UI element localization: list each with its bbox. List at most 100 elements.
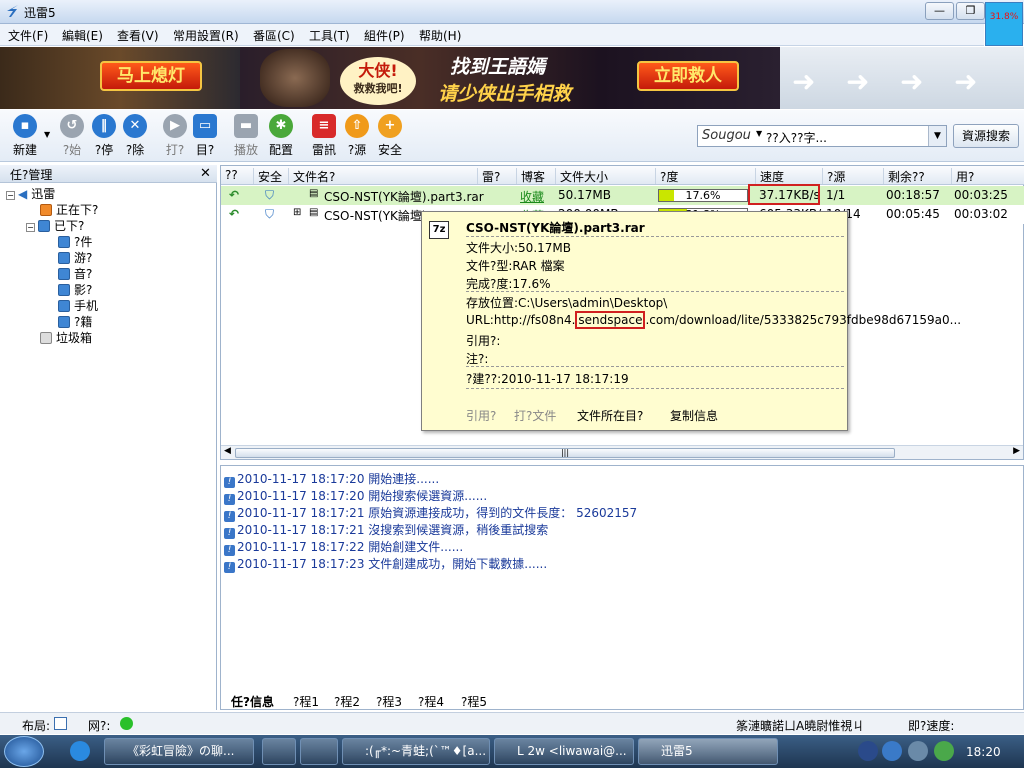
tree-root[interactable]: − ◀ 迅雷 bbox=[6, 185, 55, 202]
scroll-left-icon[interactable]: ◀ bbox=[224, 446, 231, 456]
copy-info-link[interactable]: 复制信息 bbox=[670, 407, 718, 424]
tree-item-movies[interactable]: 影? bbox=[58, 281, 92, 298]
tree-item-software[interactable]: ?件 bbox=[58, 233, 92, 250]
tray-icon[interactable] bbox=[858, 741, 878, 761]
downloading-arrow-icon: ↶ bbox=[229, 188, 240, 202]
tab-thread-1[interactable]: ?程1 bbox=[293, 693, 319, 710]
col-status[interactable]: ?? bbox=[221, 168, 238, 184]
volume-icon[interactable] bbox=[908, 741, 928, 761]
search-engine-logo[interactable]: Sougou bbox=[702, 128, 751, 143]
play-button[interactable]: ▬ 播放 bbox=[228, 114, 264, 158]
tab-thread-3[interactable]: ?程3 bbox=[376, 693, 402, 710]
news-button[interactable]: ≡ 雷訊 bbox=[306, 114, 342, 158]
app-window: 迅雷5 — ❐ 31.8% 文件(F) 編輯(E) 查看(V) 常用設置(R) … bbox=[0, 0, 1024, 768]
tooltip-url[interactable]: URL:http://fs08n4. sendspace .com/download… bbox=[466, 311, 961, 329]
taskbar-item-app[interactable] bbox=[300, 738, 338, 765]
config-button[interactable]: ✱ 配置 bbox=[263, 114, 299, 158]
clock[interactable]: 18:20 bbox=[966, 745, 1001, 759]
collapse-icon[interactable]: − bbox=[6, 191, 15, 200]
tree-item-mobile[interactable]: 手机 bbox=[58, 297, 98, 314]
log-text: 2010-11-17 18:17:23 文件創建成功，開始下載數據...... bbox=[237, 557, 548, 571]
menu-settings[interactable]: 常用設置(R) bbox=[173, 27, 239, 44]
tooltip-filename: CSO-NST(YK論壇).part3.rar bbox=[466, 221, 645, 235]
tree-item-books[interactable]: ?籍 bbox=[58, 313, 92, 330]
start-button[interactable] bbox=[4, 736, 44, 767]
col-sources[interactable]: ?源 bbox=[822, 168, 845, 184]
taskbar-item-thunder[interactable]: 迅雷5 bbox=[638, 738, 778, 765]
tree-item-downloading[interactable]: 正在下? bbox=[40, 201, 98, 218]
col-elapsed[interactable]: 用? bbox=[951, 168, 974, 184]
taskbar-item-mail[interactable]: L 2w <liwawai@... bbox=[494, 738, 634, 765]
copy-ref-link[interactable]: 引用? bbox=[466, 407, 496, 424]
tree-item-completed[interactable]: − 已下? bbox=[26, 217, 84, 234]
col-filename[interactable]: 文件名? bbox=[288, 168, 335, 184]
col-security[interactable]: 安全 bbox=[253, 168, 282, 184]
new-task-button[interactable]: ▪ 新建 bbox=[7, 114, 43, 158]
taskbar-item-qq[interactable]: :(╓*:~青蛙;(`™♦[a... bbox=[342, 738, 490, 765]
engine-dropdown-arrow-icon[interactable]: ▼ bbox=[756, 129, 762, 138]
tree-item-music[interactable]: 音? bbox=[58, 265, 92, 282]
layout-toggle-icon[interactable] bbox=[54, 717, 67, 730]
panel-close-icon[interactable]: ✕ bbox=[200, 166, 211, 181]
col-speed[interactable]: 速度 bbox=[755, 168, 784, 184]
banner-circle-main: 大侠! bbox=[358, 61, 398, 80]
delete-button[interactable]: ✕ ?除 bbox=[117, 114, 153, 158]
banner-left-button[interactable]: 马上熄灯 bbox=[100, 61, 202, 91]
ie-icon[interactable] bbox=[70, 741, 90, 761]
menu-help[interactable]: 帮助(H) bbox=[419, 27, 461, 44]
chevron-right-icon: ➜ bbox=[792, 65, 816, 98]
source-button[interactable]: ⇧ ?源 bbox=[339, 114, 375, 158]
log-line: ! 2010-11-17 18:17:20 開始連接...... bbox=[224, 470, 439, 488]
menu-plugins[interactable]: 組件(P) bbox=[364, 27, 405, 44]
col-blog[interactable]: 博客 bbox=[516, 168, 545, 184]
menu-edit[interactable]: 編輯(E) bbox=[62, 27, 103, 44]
open-folder-link[interactable]: 文件所在目? bbox=[577, 407, 643, 424]
scroll-right-icon[interactable]: ▶ bbox=[1013, 446, 1020, 456]
network-icon[interactable] bbox=[934, 741, 954, 761]
new-dropdown-arrow-icon[interactable]: ▼ bbox=[44, 130, 50, 139]
maximize-button[interactable]: ❐ bbox=[956, 2, 985, 20]
col-progress[interactable]: ?度 bbox=[655, 168, 678, 184]
net-monitor-widget[interactable]: 31.8% bbox=[985, 2, 1023, 46]
tray-icon[interactable] bbox=[882, 741, 902, 761]
banner-ad[interactable]: 马上熄灯 大侠! 救救我吧! 找到王語嫣 请少侠出手相救 立即救人 ➜ ➜ ➜ ➜ bbox=[0, 47, 1024, 109]
banner-right-button[interactable]: 立即救人 bbox=[637, 61, 739, 91]
scroll-thumb[interactable]: ||| bbox=[235, 448, 895, 458]
search-input[interactable]: ??入??字... bbox=[766, 129, 827, 146]
menu-view[interactable]: 查看(V) bbox=[117, 27, 159, 44]
search-box[interactable]: Sougou ▼ ??入??字... ▼ bbox=[697, 125, 947, 147]
blog-link[interactable]: 收藏 bbox=[520, 188, 544, 205]
collapse-icon[interactable]: − bbox=[26, 223, 35, 232]
new-doc-icon: ▪ bbox=[13, 114, 37, 138]
tree-item-games[interactable]: 游? bbox=[58, 249, 92, 266]
security-button[interactable]: + 安全 bbox=[372, 114, 408, 158]
open-file-link[interactable]: 打?文件 bbox=[514, 407, 556, 424]
news-label: 雷訊 bbox=[311, 143, 336, 157]
tab-task-info[interactable]: 任?信息 bbox=[231, 693, 274, 710]
expand-icon[interactable]: ⊞ bbox=[293, 207, 301, 218]
windows-taskbar: 《彩虹冒險》の聊... :(╓*:~青蛙;(`™♦[a... L 2w <liw… bbox=[0, 735, 1024, 768]
search-dropdown-icon[interactable]: ▼ bbox=[928, 126, 946, 146]
tab-thread-2[interactable]: ?程2 bbox=[334, 693, 360, 710]
tree-child-label: 游? bbox=[74, 251, 93, 265]
menu-zone[interactable]: 番區(C) bbox=[253, 27, 295, 44]
minimize-button[interactable]: — bbox=[925, 2, 954, 20]
tab-thread-5[interactable]: ?程5 bbox=[461, 693, 487, 710]
table-row[interactable]: ↶ ⛉ ▤ CSO-NST(YK論壇).part3.rar 收藏 50.17MB… bbox=[221, 186, 1024, 205]
tree-item-trash[interactable]: 垃圾箱 bbox=[40, 329, 92, 346]
taskbar-item-explorer[interactable] bbox=[262, 738, 296, 765]
horizontal-scrollbar[interactable]: ◀ ||| ▶ bbox=[221, 445, 1023, 459]
col-remaining[interactable]: 剩余?? bbox=[883, 168, 925, 184]
start-button[interactable]: ↺ ?始 bbox=[54, 114, 90, 158]
divider bbox=[466, 366, 844, 367]
resource-search-button[interactable]: 資源搜索 bbox=[953, 124, 1019, 148]
menu-file[interactable]: 文件(F) bbox=[8, 27, 48, 44]
col-size[interactable]: 文件大小 bbox=[555, 168, 608, 184]
tab-thread-4[interactable]: ?程4 bbox=[418, 693, 444, 710]
menu-tools[interactable]: 工具(T) bbox=[309, 27, 350, 44]
taskbar-item-chat[interactable]: 《彩虹冒險》の聊... bbox=[104, 738, 254, 765]
folder-button[interactable]: ▭ 目? bbox=[187, 114, 223, 158]
col-thunder[interactable]: 雷? bbox=[477, 168, 500, 184]
tooltip-progress: 完成?度:17.6% bbox=[466, 277, 551, 291]
category-icon bbox=[58, 300, 70, 312]
